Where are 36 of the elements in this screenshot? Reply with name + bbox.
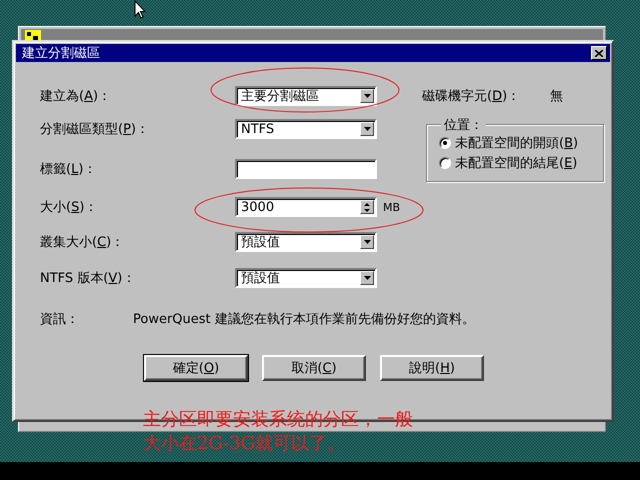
radio-label[interactable]: 未配置空間的開頭(B) — [455, 134, 578, 152]
spin-field[interactable]: 3000 — [235, 197, 377, 217]
dialog-title: 建立分割磁區 — [22, 45, 100, 62]
dropdown[interactable]: 主要分割磁區 — [235, 86, 377, 106]
drive-letter-label: 磁碟機字元(D)： — [422, 88, 520, 105]
dialog-button[interactable]: 取消(C) — [262, 355, 366, 381]
annotation-text: 大小在2G-3G就可以了。 — [143, 432, 346, 456]
radio-label[interactable]: 未配置空間的結尾(E) — [455, 154, 578, 172]
dropdown-value: 預設值 — [240, 270, 281, 286]
info-label: 資訊： — [40, 310, 80, 328]
field-label: 標籤(L)： — [40, 161, 98, 178]
close-icon — [595, 50, 603, 56]
field-label: 大小(S)： — [40, 199, 98, 216]
dropdown[interactable]: 預設值 — [235, 232, 377, 252]
field-label: 叢集大小(C)： — [40, 234, 126, 250]
radio-button[interactable] — [439, 157, 451, 169]
dialog-button[interactable]: 確定(O) — [144, 355, 248, 381]
spin-arrows-icon[interactable] — [360, 200, 374, 214]
dialog-button[interactable]: 說明(H) — [380, 355, 484, 381]
radio-button[interactable] — [439, 137, 451, 149]
dropdown[interactable]: 預設值 — [235, 268, 377, 288]
spin-value: 3000 — [240, 200, 276, 214]
info-text: PowerQuest 建議您在執行本項作業前先備份好您的資料。 — [133, 310, 475, 328]
dropdown[interactable]: NTFS — [235, 119, 377, 139]
input-field[interactable] — [235, 159, 377, 179]
drive-letter-value: 無 — [550, 88, 564, 105]
group-title: 位置： — [441, 116, 486, 134]
dropdown-value: 主要分割磁區 — [240, 88, 320, 105]
field-label: NTFS 版本(V)： — [40, 270, 136, 286]
close-button[interactable] — [591, 46, 607, 60]
dropdown-value: NTFS — [240, 122, 276, 136]
unit-label: MB — [383, 200, 400, 214]
field-label: 建立為(A)： — [40, 88, 112, 105]
field-label: 分割磁區類型(P)： — [40, 121, 150, 138]
dropdown-value: 預設值 — [240, 234, 281, 250]
mouse-pointer-icon — [134, 0, 146, 19]
